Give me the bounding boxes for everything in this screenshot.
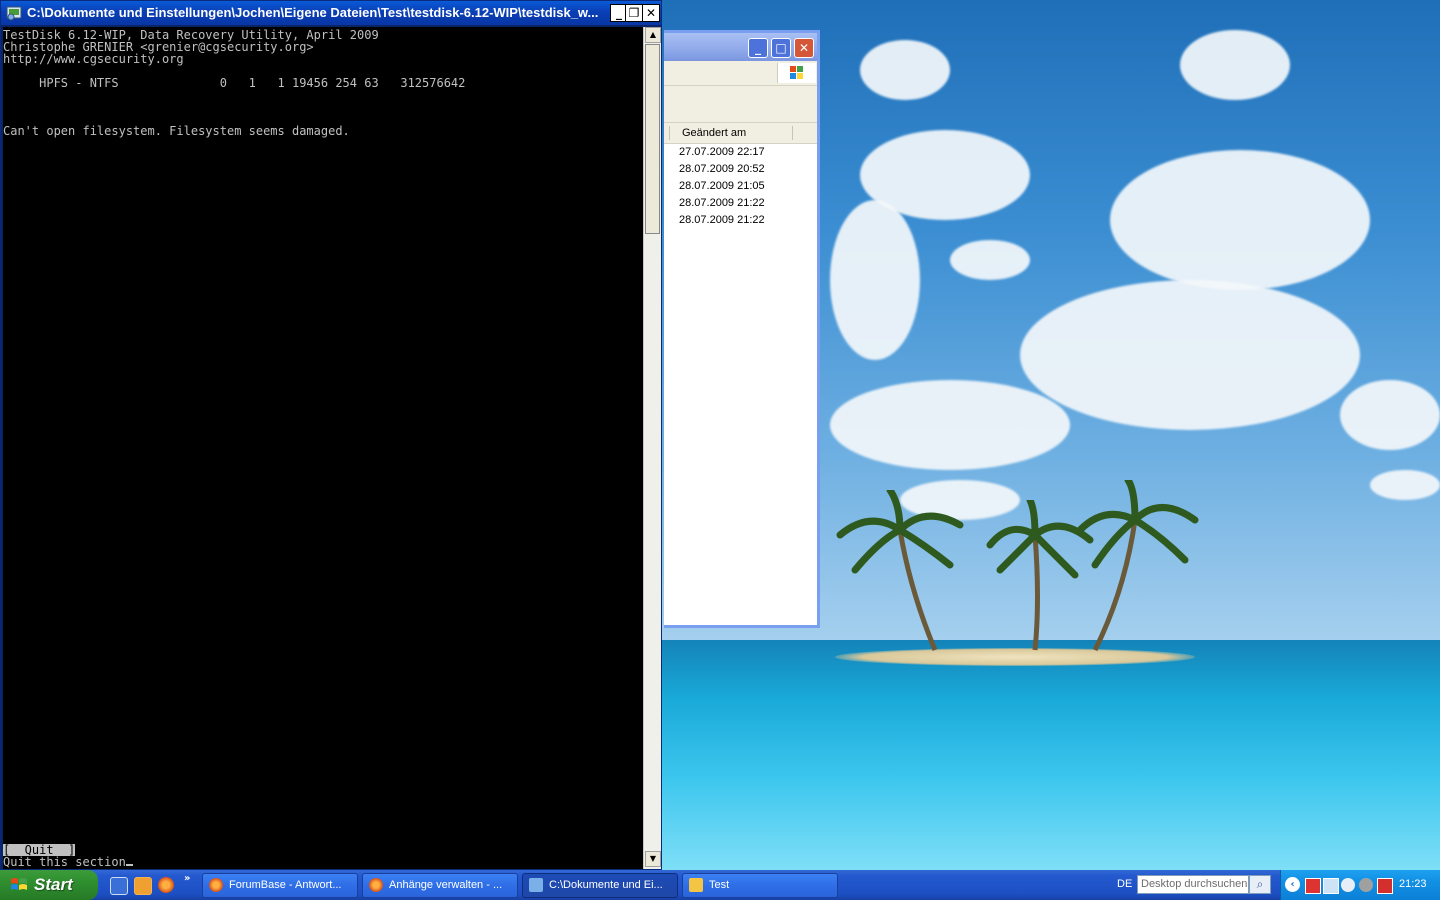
taskbar-item-label: Anhänge verwalten - ...: [389, 879, 503, 891]
taskbar-item-test[interactable]: Test: [682, 873, 838, 898]
wallpaper-cloud: [1180, 30, 1290, 100]
wallpaper-cloud: [860, 40, 950, 100]
console-app-icon: [529, 878, 543, 892]
list-item[interactable]: 27.07.2009 22:17: [679, 146, 765, 158]
start-button[interactable]: Start: [0, 870, 98, 900]
update-icon[interactable]: [1359, 878, 1373, 892]
column-label: Geändert am: [682, 127, 747, 139]
console-line: http://www.cgsecurity.org: [3, 52, 184, 66]
palm-tree-icon: [836, 490, 964, 651]
column-separator[interactable]: [669, 126, 670, 140]
error-message: Can't open filesystem. Filesystem seems …: [3, 124, 350, 138]
wallpaper-cloud: [830, 380, 1070, 470]
console-titlebar[interactable]: C:\Dokumente und Einstellungen\Jochen\Ei…: [1, 1, 661, 25]
taskbar: Start » ForumBase - Antwort... Anhänge v…: [0, 870, 1440, 900]
list-item[interactable]: 28.07.2009 20:52: [679, 163, 765, 175]
quick-launch-more-icon[interactable]: »: [184, 873, 190, 884]
taskbar-item-label: C:\Dokumente und Ei...: [549, 879, 663, 891]
network-icon[interactable]: [1305, 878, 1321, 894]
wallpaper-cloud: [1020, 280, 1360, 430]
windows-logo-icon: [11, 878, 27, 890]
palm-tree-icon: [1076, 480, 1199, 652]
explorer-titlebar[interactable]: _ □ ✕: [664, 33, 817, 61]
clock[interactable]: 21:23: [1399, 878, 1427, 890]
console-scrollbar[interactable]: ▲ ▼: [643, 27, 661, 869]
minimize-button[interactable]: _: [748, 38, 768, 58]
search-tray-icon[interactable]: [1341, 878, 1355, 892]
scroll-up-arrow-icon[interactable]: ▲: [645, 27, 661, 43]
messenger-icon[interactable]: [134, 877, 152, 895]
list-item[interactable]: 28.07.2009 21:22: [679, 214, 765, 226]
wallpaper-cloud: [950, 240, 1030, 280]
taskbar-item-console[interactable]: C:\Dokumente und Ei...: [522, 873, 678, 898]
console-window: C:\Dokumente und Einstellungen\Jochen\Ei…: [0, 0, 662, 870]
internet-explorer-icon[interactable]: [110, 877, 128, 895]
taskbar-item-label: ForumBase - Antwort...: [229, 879, 342, 891]
quit-description: Quit this section: [3, 856, 133, 868]
quit-description-text: Quit this section: [3, 855, 126, 869]
system-tray: ‹ 21:23: [1280, 870, 1440, 900]
console-app-icon: [6, 6, 22, 21]
taskbar-item-label: Test: [709, 879, 730, 891]
folder-icon: [689, 878, 703, 892]
column-separator[interactable]: [792, 126, 793, 140]
volume-icon[interactable]: [1323, 878, 1339, 894]
taskbar-item-forumbase[interactable]: ForumBase - Antwort...: [202, 873, 358, 898]
search-icon[interactable]: ⌕: [1249, 875, 1271, 894]
wallpaper-cloud: [830, 200, 920, 360]
column-header-modified[interactable]: Geändert am: [664, 123, 817, 144]
text-cursor: [125, 864, 133, 866]
windows-flag-icon: [777, 63, 816, 83]
console-title-text: C:\Dokumente und Einstellungen\Jochen\Ei…: [27, 5, 599, 20]
wallpaper-cloud: [1110, 150, 1370, 290]
wallpaper-cloud: [1340, 380, 1440, 450]
maximize-button[interactable]: □: [771, 38, 791, 58]
desktop-search-input[interactable]: Desktop durchsuchen: [1137, 875, 1249, 894]
restore-button[interactable]: ❐: [625, 4, 643, 22]
partition-line: HPFS - NTFS 0 1 1 19456 254 63 312576642: [3, 76, 466, 90]
antivirus-icon[interactable]: [1377, 878, 1393, 894]
language-indicator[interactable]: DE: [1117, 878, 1132, 890]
explorer-toolbar: [664, 86, 817, 123]
close-button[interactable]: ✕: [642, 4, 660, 22]
scroll-down-arrow-icon[interactable]: ▼: [645, 851, 661, 867]
firefox-icon: [369, 878, 383, 892]
taskbar-item-anhaenge[interactable]: Anhänge verwalten - ...: [362, 873, 518, 898]
explorer-menubar: [664, 61, 817, 86]
chevron-left-icon[interactable]: ‹: [1285, 877, 1300, 892]
list-item[interactable]: 28.07.2009 21:22: [679, 197, 765, 209]
list-item[interactable]: 28.07.2009 21:05: [679, 180, 765, 192]
console-output[interactable]: TestDisk 6.12-WIP, Data Recovery Utility…: [3, 27, 643, 869]
firefox-icon[interactable]: [158, 877, 174, 893]
explorer-window: _ □ ✕ Geändert am 27.07.2009 22:17 28.07…: [664, 30, 820, 628]
close-button[interactable]: ✕: [794, 38, 814, 58]
start-label: Start: [34, 875, 73, 894]
wallpaper-cloud: [1370, 470, 1440, 500]
scroll-thumb[interactable]: [645, 44, 660, 234]
firefox-icon: [209, 878, 223, 892]
